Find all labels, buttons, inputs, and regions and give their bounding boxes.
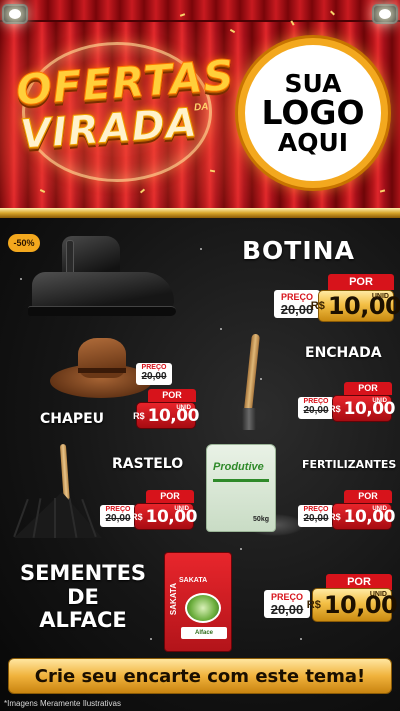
logo-text-line3: AQUI: [277, 127, 349, 157]
old-price: PREÇO 20,00: [136, 363, 172, 385]
product-name-fertilizantes: FERTILIZANTES: [302, 458, 397, 471]
product-name-rastelo: RASTELO: [112, 456, 184, 472]
price-tag-fertilizantes: PREÇO 20,00 POR R$ 10,00 UNID: [298, 490, 395, 530]
current-price: R$ 10,00 UNID: [133, 402, 199, 429]
por-label: POR: [344, 382, 392, 395]
price-tag-enchada: PREÇO 20,00 POR R$ 10,00 UNID: [298, 382, 395, 422]
current-price: R$ 10,00 UNID: [310, 290, 400, 322]
price-tag-botina: PREÇO 20,00 POR R$ 10,00 UNID: [274, 274, 400, 322]
por-label: POR: [328, 274, 394, 290]
ofertas-virada-logo: OFERTAS VIRADA DA: [12, 38, 237, 188]
current-price: R$ 10,00 UNID: [329, 503, 395, 530]
product-area: -50% BOTINA PREÇO 20,00 POR R$ 10,00 UNI…: [0, 218, 400, 711]
confetti: [379, 189, 386, 193]
price-tag-rastelo: PREÇO 20,00 POR R$ 10,00 UNID: [100, 490, 197, 530]
logo-title-suffix: DA: [193, 101, 209, 114]
current-price: R$ 10,00 UNID: [131, 503, 197, 530]
logo-text-line2: LOGO: [261, 93, 365, 133]
cta-label: Crie seu encarte com este tema!: [34, 665, 366, 687]
por-label: POR: [146, 490, 194, 503]
price-tag-sementes: PREÇO 20,00 POR R$ 10,00 UNID: [264, 574, 398, 622]
confetti: [139, 188, 146, 194]
header-banner: OFERTAS VIRADA DA SUA LOGO AQUI: [0, 0, 400, 210]
hoe-image: [242, 333, 272, 434]
product-name-sementes: SEMENTES DE ALFACE: [19, 561, 147, 633]
confetti: [229, 28, 236, 34]
price-tag-chapeu: PREÇO 20,00 POR R$ 10,00 UNID: [133, 363, 199, 429]
disclaimer: *Imagens Meramente Ilustrativas: [4, 699, 121, 708]
rake-image: [13, 443, 110, 548]
seed-packet-image: SAKATA SAKATA Alface: [164, 552, 234, 652]
boot-image: [22, 228, 182, 318]
spotlight-right-icon: [372, 4, 398, 24]
fertilizer-bag-image: Produtive 50kg: [206, 444, 306, 540]
product-name-botina: BOTINA: [242, 236, 355, 265]
cta-button[interactable]: Crie seu encarte com este tema!: [8, 658, 392, 694]
por-label: POR: [148, 389, 196, 402]
gold-divider: [0, 208, 400, 218]
confetti: [39, 189, 46, 193]
spotlight-left-icon: [2, 4, 28, 24]
current-price: R$ 10,00 UNID: [329, 395, 395, 422]
old-price: PREÇO 20,00: [264, 590, 310, 618]
curtain-valance: [0, 0, 400, 22]
por-label: POR: [344, 490, 392, 503]
product-name-chapeu: CHAPEU: [40, 411, 105, 427]
store-logo-placeholder[interactable]: SUA LOGO AQUI: [238, 38, 388, 188]
current-price: R$ 10,00 UNID: [307, 588, 398, 622]
product-name-enchada: ENCHADA: [305, 345, 382, 361]
